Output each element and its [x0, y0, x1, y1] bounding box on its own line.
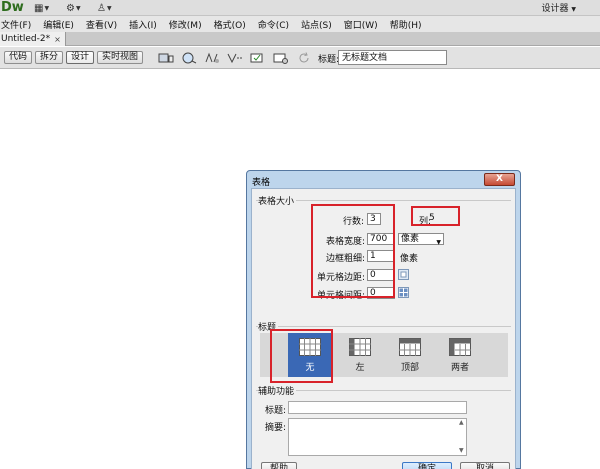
document-toolbar: 代码 拆分 设计 实时视图 标题: 无标题文档 [0, 47, 600, 69]
gear-menu-button[interactable]: ⚙ ▼ [66, 2, 81, 14]
scroll-up-icon[interactable]: ▲ [459, 419, 514, 426]
workspace-label: 设计器 [541, 4, 569, 14]
ok-button[interactable]: 确定 [402, 462, 452, 469]
design-view-button[interactable]: 设计 [66, 51, 95, 64]
scroll-down-icon[interactable]: ▼ [459, 447, 514, 454]
document-tab[interactable]: Untitled-2* × [0, 32, 66, 46]
summary-textarea[interactable] [288, 418, 467, 456]
menu-format[interactable]: 格式(O) [214, 18, 246, 31]
table-dialog: 表格 X 表格大小 行数: 3 列: 5 表格宽度: 700 像素 ▼ 边框粗细… [246, 170, 521, 469]
document-title-label: 标题: [318, 55, 340, 65]
caption-input[interactable] [288, 401, 467, 414]
w3c-validation-icon[interactable] [225, 51, 244, 65]
menu-commands[interactable]: 命令(C) [258, 18, 289, 31]
chevron-down-icon: ▼ [436, 239, 441, 246]
visual-aids-icon[interactable] [271, 51, 290, 65]
header-option-none[interactable]: 无 [288, 333, 332, 377]
gear-icon: ⚙ [66, 2, 75, 14]
border-thickness-input[interactable]: 1 [367, 250, 395, 262]
table-width-input[interactable]: 700 [367, 233, 395, 245]
preview-browser-icon[interactable] [179, 51, 198, 65]
header-option-left[interactable]: 左 [338, 333, 382, 377]
menu-modify[interactable]: 修改(M) [169, 18, 202, 31]
app-top-bar: Dw ▦ ▼ ⚙ ▼ ♙ ▼ 设计器 ▼ [0, 0, 600, 16]
header-option-label: 顶部 [400, 363, 419, 373]
cell-padding-icon [398, 269, 409, 280]
header-left-icon [349, 338, 371, 356]
check-browser-icon[interactable] [248, 51, 267, 65]
cell-spacing-input[interactable]: 0 [367, 287, 395, 299]
header-option-both[interactable]: 两者 [438, 333, 482, 377]
workspace-switcher[interactable]: 设计器 ▼ [541, 1, 576, 14]
menu-site[interactable]: 站点(S) [301, 18, 332, 31]
menu-help[interactable]: 帮助(H) [390, 18, 422, 31]
border-thickness-label: 边框粗细: [325, 254, 365, 264]
width-unit-value: 像素 [401, 234, 420, 244]
header-top-icon [399, 338, 421, 356]
split-view-button[interactable]: 拆分 [35, 51, 64, 64]
menu-file[interactable]: 文件(F) [1, 18, 31, 31]
extensions-icon: ♙ [97, 2, 106, 14]
refresh-icon[interactable] [294, 51, 313, 65]
header-options: 无 左 顶部 两者 [260, 333, 508, 377]
accessibility-heading: 辅助功能 [258, 384, 297, 397]
menu-insert[interactable]: 插入(I) [129, 18, 157, 31]
columns-input[interactable]: 5 [427, 213, 449, 225]
dialog-close-button[interactable]: X [484, 173, 515, 186]
dialog-body: 表格大小 行数: 3 列: 5 表格宽度: 700 像素 ▼ 边框粗细: 1 像… [251, 188, 516, 469]
dialog-title: 表格 [252, 178, 271, 188]
header-both-icon [449, 338, 471, 356]
document-tab-bar: Untitled-2* × [0, 32, 600, 46]
header-option-label: 两者 [450, 363, 469, 373]
layout-menu-button[interactable]: ▦ ▼ [34, 2, 49, 14]
table-width-label: 表格宽度: [325, 237, 365, 247]
divider [256, 326, 511, 327]
header-none-icon [299, 338, 321, 356]
extensions-menu-button[interactable]: ♙ ▼ [97, 2, 112, 14]
cell-spacing-label: 单元格间距: [316, 291, 365, 301]
live-view-button[interactable]: 实时视图 [97, 51, 144, 64]
multiscreen-icon[interactable] [156, 51, 175, 65]
document-tab-label: Untitled-2* [1, 34, 51, 44]
help-button[interactable]: 帮助 [261, 462, 297, 469]
menu-bar: 文件(F) 编辑(E) 查看(V) 插入(I) 修改(M) 格式(O) 命令(C… [0, 16, 600, 32]
header-heading: 标题 [258, 320, 279, 333]
cancel-button[interactable]: 取消 [460, 462, 510, 469]
cell-padding-label: 单元格边距: [316, 273, 365, 283]
menu-view[interactable]: 查看(V) [86, 18, 117, 31]
chevron-down-icon: ▼ [571, 6, 576, 13]
border-unit-label: 像素 [400, 254, 419, 264]
rows-input[interactable]: 3 [367, 213, 381, 225]
chevron-down-icon: ▼ [44, 4, 50, 12]
menu-window[interactable]: 窗口(W) [344, 18, 378, 31]
file-management-icon[interactable] [202, 51, 221, 65]
rows-label: 行数: [342, 217, 364, 227]
code-view-button[interactable]: 代码 [4, 51, 33, 64]
width-unit-select[interactable]: 像素 ▼ [398, 233, 444, 246]
table-size-heading: 表格大小 [258, 194, 297, 207]
header-option-label: 无 [305, 363, 315, 373]
chevron-down-icon: ▼ [75, 4, 81, 12]
cell-spacing-icon [398, 287, 409, 298]
layout-icon: ▦ [34, 2, 44, 14]
chevron-down-icon: ▼ [106, 4, 112, 12]
app-logo: Dw [1, 0, 24, 15]
caption-label: 标题: [264, 406, 286, 416]
summary-label: 摘要: [264, 423, 286, 433]
header-option-label: 左 [355, 363, 365, 373]
header-option-top[interactable]: 顶部 [388, 333, 432, 377]
document-title-input[interactable]: 无标题文档 [338, 50, 447, 65]
close-icon[interactable]: × [54, 35, 61, 44]
cell-padding-input[interactable]: 0 [367, 269, 395, 281]
menu-edit[interactable]: 编辑(E) [43, 18, 74, 31]
